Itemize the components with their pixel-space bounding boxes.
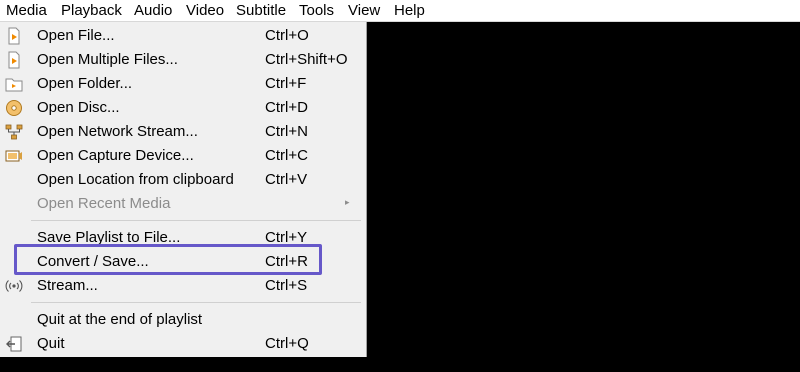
menu-item-label: Quit at the end of playlist: [37, 311, 203, 328]
menu-item-label: Open Folder...: [37, 75, 133, 92]
menu-item-label: Open Recent Media: [37, 195, 171, 212]
menu-item-quit[interactable]: Quit Ctrl+Q: [0, 332, 365, 356]
menu-item-stream[interactable]: Stream... Ctrl+S: [0, 274, 365, 298]
menubar-help[interactable]: Help: [394, 2, 425, 19]
menu-item-label: Open Multiple Files...: [37, 51, 178, 68]
menu-item-label: Quit: [37, 335, 65, 352]
menubar-audio[interactable]: Audio: [134, 2, 172, 19]
convert-save-highlight: [14, 244, 322, 275]
menu-item-open-location-clipboard[interactable]: Open Location from clipboard Ctrl+V: [0, 168, 365, 192]
menu-item-open-capture-device[interactable]: Open Capture Device... Ctrl+C: [0, 144, 365, 168]
network-icon: [5, 123, 23, 141]
multiple-files-icon: [5, 51, 23, 69]
menu-item-shortcut: Ctrl+S: [265, 277, 308, 294]
menubar-video[interactable]: Video: [186, 2, 224, 19]
menu-item-open-disc[interactable]: Open Disc... Ctrl+D: [0, 96, 365, 120]
menu-item-shortcut: Ctrl+D: [265, 99, 308, 116]
menu-item-shortcut: Ctrl+C: [265, 147, 308, 164]
disc-icon: [5, 99, 23, 117]
menu-item-label: Open Disc...: [37, 99, 120, 116]
menu-item-shortcut: Ctrl+F: [265, 75, 307, 92]
menu-item-shortcut: Ctrl+Q: [265, 335, 309, 352]
menu-bar: Media Playback Audio Video Subtitle Tool…: [0, 0, 800, 22]
menu-item-open-recent-media: Open Recent Media ▸: [0, 192, 365, 216]
menu-item-shortcut: Ctrl+Shift+O: [265, 51, 348, 68]
media-menu-dropdown: Open File... Ctrl+O Open Multiple Files.…: [0, 22, 367, 357]
menu-item-shortcut: Ctrl+O: [265, 27, 309, 44]
menu-item-open-file[interactable]: Open File... Ctrl+O: [0, 24, 365, 48]
folder-icon: [5, 75, 23, 93]
menu-separator: [31, 220, 361, 221]
menubar-tools[interactable]: Tools: [299, 2, 334, 19]
menu-item-label: Open Capture Device...: [37, 147, 194, 164]
stream-icon: [5, 277, 23, 295]
menu-item-open-multiple-files[interactable]: Open Multiple Files... Ctrl+Shift+O: [0, 48, 365, 72]
menu-item-label: Stream...: [37, 277, 98, 294]
menu-separator: [31, 302, 361, 303]
menubar-subtitle[interactable]: Subtitle: [236, 2, 286, 19]
submenu-arrow-icon: ▸: [345, 197, 350, 207]
quit-icon: [5, 335, 23, 353]
menu-item-label: Open File...: [37, 27, 115, 44]
menubar-playback[interactable]: Playback: [61, 2, 122, 19]
capture-device-icon: [5, 147, 23, 165]
menu-item-open-network-stream[interactable]: Open Network Stream... Ctrl+N: [0, 120, 365, 144]
menu-item-label: Open Location from clipboard: [37, 171, 234, 188]
menu-item-label: Open Network Stream...: [37, 123, 198, 140]
menu-item-shortcut: Ctrl+V: [265, 171, 308, 188]
file-icon: [5, 27, 23, 45]
menu-item-quit-end-of-playlist[interactable]: Quit at the end of playlist: [0, 308, 365, 332]
menu-item-open-folder[interactable]: Open Folder... Ctrl+F: [0, 72, 365, 96]
menubar-view[interactable]: View: [348, 2, 380, 19]
menu-item-shortcut: Ctrl+N: [265, 123, 308, 140]
menubar-media[interactable]: Media: [6, 2, 47, 19]
